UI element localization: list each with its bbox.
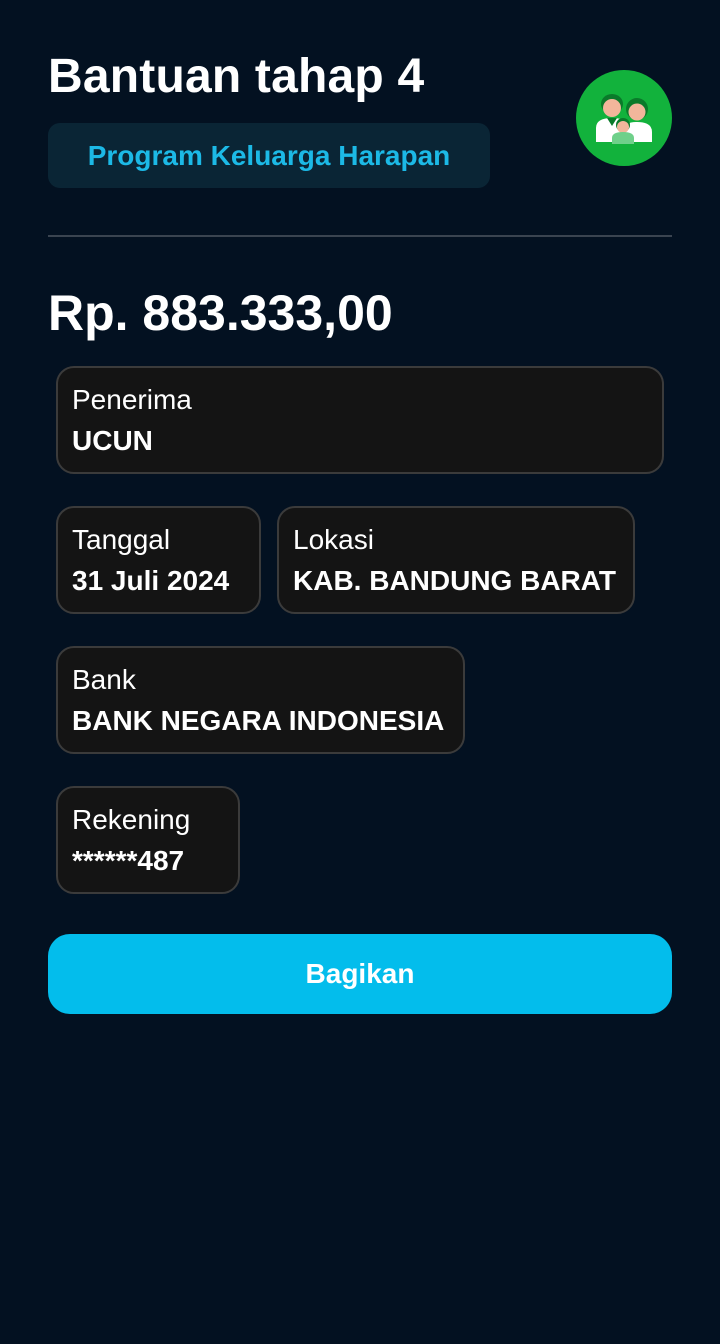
recipient-label: Penerima [72, 384, 192, 415]
family-icon [596, 94, 652, 144]
assistance-detail-page: Bantuan tahap 4 Program Keluarga Harapan… [0, 0, 720, 1344]
program-badge: Program Keluarga Harapan [48, 123, 490, 188]
date-card: Tanggal 31 Juli 2024 [56, 506, 261, 614]
account-value: ******487 [72, 845, 185, 876]
bank-label: Bank [72, 664, 136, 695]
location-value: KAB. BANDUNG BARAT [293, 565, 617, 596]
page-title: Bantuan tahap 4 [48, 50, 425, 103]
assistance-amount: Rp. 883.333,00 [48, 285, 393, 341]
bank-card: Bank BANK NEGARA INDONESIA [56, 646, 465, 754]
recipient-card: Penerima UCUN [56, 366, 664, 474]
account-label: Rekening [72, 804, 191, 835]
share-button[interactable]: Bagikan [48, 934, 672, 1014]
header-divider [48, 235, 672, 237]
date-value: 31 Juli 2024 [72, 565, 230, 596]
recipient-value: UCUN [72, 425, 153, 456]
bank-value: BANK NEGARA INDONESIA [72, 705, 445, 736]
location-card: Lokasi KAB. BANDUNG BARAT [277, 506, 635, 614]
location-label: Lokasi [293, 524, 374, 555]
avatar [576, 70, 672, 166]
date-label: Tanggal [72, 524, 171, 555]
account-card: Rekening ******487 [56, 786, 240, 894]
